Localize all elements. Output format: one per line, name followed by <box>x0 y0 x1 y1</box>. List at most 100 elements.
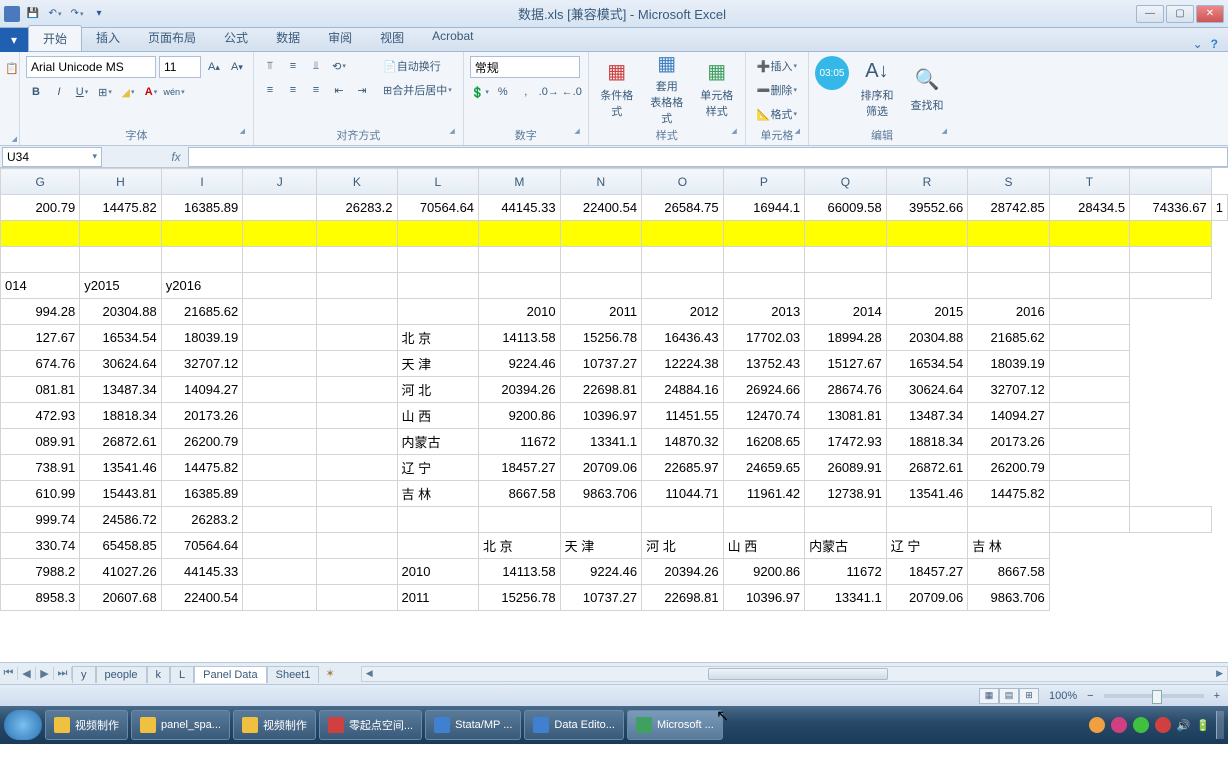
column-header[interactable]: M <box>479 169 561 195</box>
cell[interactable] <box>161 221 243 247</box>
sheet-nav[interactable]: ⏮ ◀ ▶ ⏭ <box>0 667 72 680</box>
sheet-tab-Sheet1[interactable]: Sheet1 <box>267 666 320 683</box>
sheet-tab-y[interactable]: y <box>72 666 96 683</box>
cell[interactable]: 20709.06 <box>886 585 968 611</box>
cell[interactable]: 70564.64 <box>397 195 479 221</box>
cell[interactable] <box>317 377 397 403</box>
cell[interactable]: 辽 宁 <box>886 533 968 559</box>
cell[interactable]: 14094.27 <box>161 377 243 403</box>
cell[interactable] <box>243 455 317 481</box>
cell[interactable]: 70564.64 <box>161 533 243 559</box>
cell[interactable]: 17702.03 <box>723 325 805 351</box>
cell[interactable]: 10737.27 <box>560 585 642 611</box>
format-as-table[interactable]: ▦套用 表格格式 <box>645 56 689 120</box>
merge-center-button[interactable]: ⊞ 合并后居中▾ <box>378 80 457 100</box>
cell[interactable] <box>560 273 642 299</box>
cell[interactable]: 吉 林 <box>968 533 1050 559</box>
cell[interactable]: 30624.64 <box>80 351 162 377</box>
ribbon-tab-2[interactable]: 页面布局 <box>134 25 210 51</box>
cell[interactable]: 北 京 <box>479 533 561 559</box>
restore-button[interactable]: ▢ <box>1166 5 1194 23</box>
cell[interactable] <box>1049 299 1129 325</box>
cell[interactable] <box>1049 481 1129 507</box>
view-buttons[interactable]: ▦ ▤ ⊞ <box>979 688 1039 704</box>
column-header[interactable]: O <box>642 169 724 195</box>
formula-input[interactable] <box>188 147 1228 167</box>
cell[interactable] <box>80 221 162 247</box>
cell[interactable]: 41027.26 <box>80 559 162 585</box>
column-header[interactable]: G <box>1 169 80 195</box>
orientation[interactable]: ⟲▾ <box>329 56 349 76</box>
volume-icon[interactable]: 🔊 <box>1177 719 1191 732</box>
font-name-select[interactable] <box>26 56 156 78</box>
cell[interactable] <box>243 221 317 247</box>
cell[interactable]: 26200.79 <box>968 455 1050 481</box>
column-header[interactable]: L <box>397 169 479 195</box>
cell[interactable] <box>642 507 724 533</box>
cell[interactable] <box>642 221 724 247</box>
conditional-formatting[interactable]: ▦条件格式 <box>595 56 639 120</box>
cell[interactable]: 内蒙古 <box>397 429 479 455</box>
cell[interactable]: 21685.62 <box>968 325 1050 351</box>
cell[interactable]: 13541.46 <box>886 481 968 507</box>
cell[interactable] <box>968 247 1050 273</box>
font-size-select[interactable] <box>159 56 201 78</box>
cell[interactable]: 9863.706 <box>560 481 642 507</box>
taskbar-item[interactable]: 零起点空间... <box>319 710 422 740</box>
sheet-tab-k[interactable]: k <box>147 666 171 683</box>
cell[interactable] <box>317 585 397 611</box>
cell[interactable] <box>642 273 724 299</box>
cell[interactable] <box>397 221 479 247</box>
cell[interactable] <box>560 507 642 533</box>
cell[interactable]: 16208.65 <box>723 429 805 455</box>
cell[interactable]: 66009.58 <box>805 195 887 221</box>
align-right[interactable]: ≡ <box>306 80 326 100</box>
cell[interactable] <box>243 559 317 585</box>
cell[interactable] <box>317 325 397 351</box>
cell[interactable] <box>243 403 317 429</box>
cell[interactable] <box>161 247 243 273</box>
cell[interactable]: 21685.62 <box>161 299 243 325</box>
insert-cells[interactable]: ➕ 插入▾ <box>752 56 802 76</box>
align-left[interactable]: ≡ <box>260 80 280 100</box>
cell-styles[interactable]: ▦单元格样式 <box>695 56 739 120</box>
cell[interactable] <box>1130 247 1212 273</box>
cell[interactable]: 8667.58 <box>968 559 1050 585</box>
cell[interactable]: 14475.82 <box>968 481 1050 507</box>
sheet-first[interactable]: ⏮ <box>0 667 18 680</box>
cell[interactable] <box>723 507 805 533</box>
cell[interactable]: 河 北 <box>642 533 724 559</box>
delete-cells[interactable]: ➖ 删除▾ <box>752 80 802 100</box>
cell[interactable]: 28434.5 <box>1049 195 1129 221</box>
cell[interactable] <box>560 221 642 247</box>
cell[interactable]: 11451.55 <box>642 403 724 429</box>
cell[interactable]: 2013 <box>723 299 805 325</box>
cell[interactable]: 北 京 <box>397 325 479 351</box>
cell[interactable]: 014 <box>1 273 80 299</box>
fill-color-button[interactable]: ◢▾ <box>118 82 138 102</box>
currency-button[interactable]: 💲▾ <box>470 82 490 102</box>
cell[interactable]: 山 西 <box>723 533 805 559</box>
cell[interactable] <box>886 247 968 273</box>
cell[interactable]: 18039.19 <box>968 351 1050 377</box>
comma-button[interactable]: , <box>516 82 536 102</box>
cell[interactable]: 10396.97 <box>723 585 805 611</box>
zoom-out[interactable]: − <box>1087 690 1093 702</box>
column-header[interactable] <box>1130 169 1212 195</box>
cell[interactable]: 44145.33 <box>161 559 243 585</box>
cell[interactable]: 14870.32 <box>642 429 724 455</box>
phonetic-button[interactable]: wén▾ <box>164 82 184 102</box>
cell[interactable]: 16534.54 <box>886 351 968 377</box>
minimize-button[interactable]: — <box>1136 5 1164 23</box>
cell[interactable] <box>243 481 317 507</box>
grow-font[interactable]: A▴ <box>204 57 224 77</box>
cell[interactable]: 12738.91 <box>805 481 887 507</box>
cell[interactable] <box>723 273 805 299</box>
cell[interactable] <box>317 273 397 299</box>
column-header[interactable]: P <box>723 169 805 195</box>
dec-decimal[interactable]: ←.0 <box>562 82 582 102</box>
cell[interactable] <box>1049 455 1129 481</box>
cell[interactable]: 9224.46 <box>479 351 561 377</box>
cell[interactable]: 18457.27 <box>479 455 561 481</box>
cell[interactable]: 13487.34 <box>886 403 968 429</box>
